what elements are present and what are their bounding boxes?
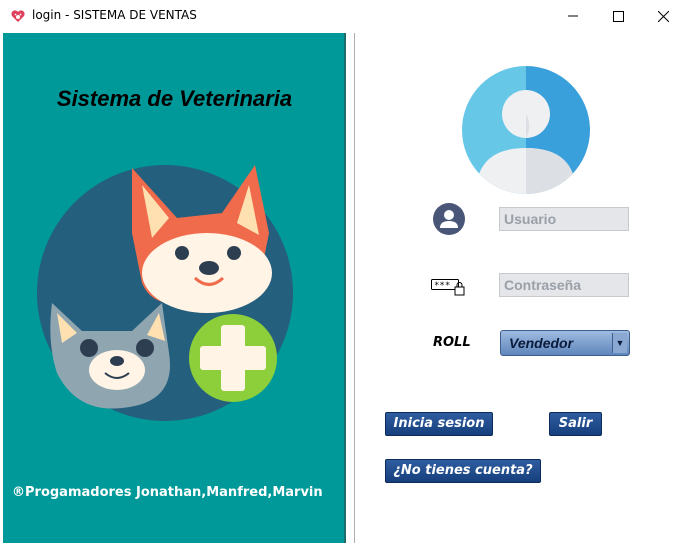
- login-button[interactable]: Inicia sesion: [385, 412, 493, 436]
- user-avatar-icon: [462, 66, 590, 199]
- minimize-button[interactable]: [550, 0, 596, 32]
- username-input[interactable]: Usuario: [499, 207, 629, 231]
- app-heading: Sistema de Veterinaria: [56, 86, 293, 111]
- password-input[interactable]: Contraseña: [499, 273, 629, 297]
- window-title: login - SISTEMA DE VENTAS: [32, 8, 197, 22]
- login-panel: Usuario *** Contraseña ROLL Vendedor ▼ I…: [354, 33, 687, 543]
- title-bar: login - SISTEMA DE VENTAS: [0, 0, 690, 32]
- paw-heart-icon: [10, 8, 26, 24]
- close-button[interactable]: [640, 0, 686, 32]
- exit-button[interactable]: Salir: [549, 412, 602, 436]
- credits-text: ®Progamadores Jonathan,Manfred,Marvin: [12, 485, 323, 500]
- maximize-button[interactable]: [595, 0, 641, 32]
- brand-panel: Sistema de Veterinaria ®Progamadores Jon…: [3, 33, 346, 543]
- roll-select[interactable]: Vendedor ▼: [500, 330, 630, 356]
- user-icon: [433, 203, 465, 240]
- roll-label: ROLL: [433, 335, 471, 350]
- svg-text:***: ***: [434, 281, 450, 291]
- roll-selected-value: Vendedor: [509, 335, 574, 351]
- password-icon: ***: [431, 278, 465, 301]
- pets-logo-icon: [37, 163, 302, 433]
- chevron-down-icon[interactable]: ▼: [612, 333, 627, 353]
- register-button[interactable]: ¿No tienes cuenta?: [385, 459, 541, 483]
